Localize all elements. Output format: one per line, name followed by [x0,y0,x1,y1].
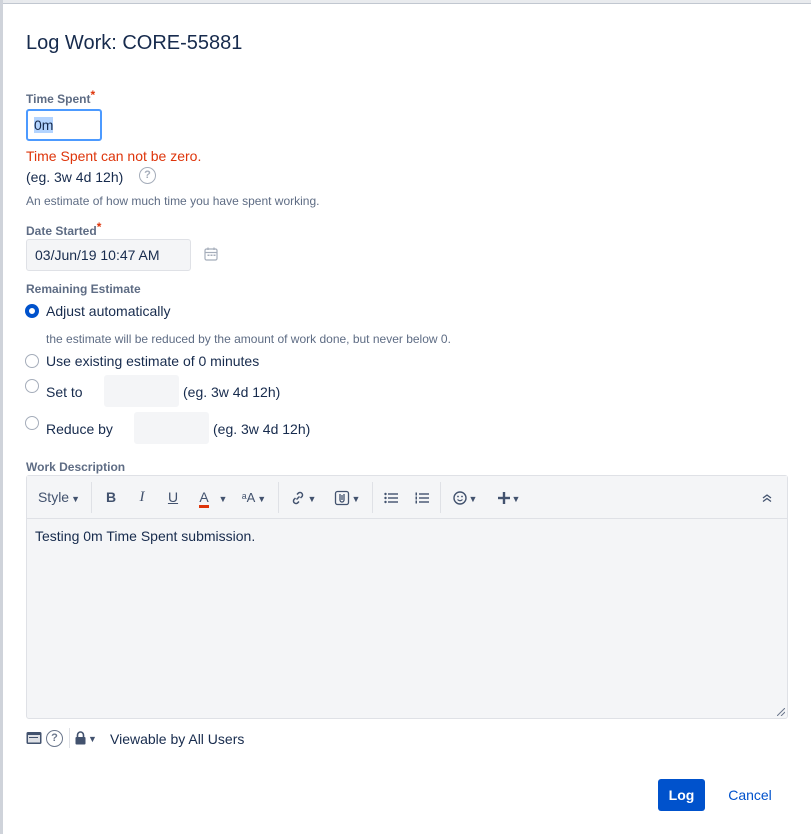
collapse-toolbar-button[interactable] [757,476,777,519]
radio-reduce-by[interactable] [25,416,39,430]
toolbar-divider [278,482,279,513]
underline-button[interactable]: U [163,476,183,519]
bullet-list-button[interactable] [381,476,401,519]
chevron-down-icon[interactable]: ▼ [216,476,228,519]
set-to-input[interactable] [104,375,179,407]
style-dropdown[interactable]: Style ▼ [35,476,83,519]
resize-handle-icon[interactable] [777,708,785,716]
lock-icon [75,731,86,745]
dialog-title: Log Work: CORE-55881 [26,32,243,54]
radio-set-to-label[interactable]: Set to [46,384,83,400]
time-spent-value: 0m [34,117,54,133]
attachment-button[interactable]: ▼ [331,476,363,519]
time-spent-example: (eg. 3w 4d 12h) [26,169,124,185]
plus-icon [497,492,510,505]
radio-adjust-automatically[interactable] [25,304,39,318]
cancel-button[interactable]: Cancel [720,779,780,811]
chevron-down-icon: ▼ [511,494,521,504]
time-spent-input[interactable]: 0m [26,109,102,141]
toolbar-divider [91,482,92,513]
chevron-down-icon: ▼ [257,494,267,504]
date-started-input[interactable]: 03/Jun/19 10:47 AM [26,239,191,271]
radio-set-to[interactable] [25,379,39,393]
visibility-label: Viewable by All Users [110,731,245,747]
chevron-down-icon: ▼ [468,494,478,504]
attachment-icon [334,491,349,506]
adjust-automatically-description: the estimate will be reduced by the amou… [46,332,451,346]
italic-button[interactable]: I [132,476,152,519]
work-description-label: Work Description [26,460,126,474]
date-started-label-text: Date Started [26,224,97,238]
chevron-down-icon: ▼ [351,494,361,504]
numbered-list-button[interactable] [412,476,432,519]
folder-icon[interactable] [26,731,42,745]
work-description-text[interactable]: Testing 0m Time Spent submission. [35,528,255,544]
help-icon[interactable]: ? [139,167,156,184]
help-icon[interactable]: ? [46,730,63,747]
insert-more-button[interactable]: ▼ [493,476,525,519]
smiley-icon [452,491,467,505]
double-chevron-up-icon [762,494,772,503]
chevron-down-icon: ▼ [88,734,97,744]
log-button[interactable]: Log [658,779,705,811]
time-spent-error: Time Spent can not be zero. [26,148,202,164]
time-spent-hint: An estimate of how much time you have sp… [26,194,320,208]
log-work-dialog: Log Work: CORE-55881 Time Spent* 0m Time… [3,3,811,834]
more-formatting-button[interactable]: ᵃA ▼ [238,476,270,519]
time-spent-label-text: Time Spent [26,92,91,106]
toolbar-divider [440,482,441,513]
required-marker: * [96,220,102,234]
visibility-dropdown[interactable]: ▼ [75,731,99,747]
style-dropdown-label: Style [37,489,70,505]
radio-use-existing-estimate-label[interactable]: Use existing estimate of 0 minutes [46,353,259,369]
reduce-by-example: (eg. 3w 4d 12h) [213,421,311,437]
text-color-button[interactable]: A [194,476,214,519]
chevron-down-icon: ▼ [71,494,81,504]
radio-adjust-automatically-label[interactable]: Adjust automatically [46,303,171,319]
set-to-example: (eg. 3w 4d 12h) [183,384,281,400]
emoticon-button[interactable]: ▼ [449,476,481,519]
toolbar-divider [372,482,373,513]
chevron-down-icon: ▼ [307,494,317,504]
text-color-icon: A [199,490,209,508]
bold-button[interactable]: B [101,476,121,519]
reduce-by-input[interactable] [134,412,209,444]
bullet-list-icon [384,493,398,504]
link-icon [292,492,303,505]
required-marker: * [90,88,96,102]
time-spent-label: Time Spent* [26,88,95,106]
radio-reduce-by-label[interactable]: Reduce by [46,421,113,437]
calendar-icon[interactable] [204,247,218,261]
date-started-label: Date Started* [26,220,101,238]
footer-divider [69,728,70,748]
link-button[interactable]: ▼ [287,476,319,519]
more-formatting-icon: ᵃA [241,490,256,505]
editor-toolbar: Style ▼ B I U A ▼ ᵃA ▼ ▼ ▼ ▼ ▼ [27,476,787,519]
work-description-editor[interactable]: Style ▼ B I U A ▼ ᵃA ▼ ▼ ▼ ▼ ▼ Testing 0… [26,475,788,719]
numbered-list-icon [415,492,429,504]
radio-use-existing-estimate[interactable] [25,354,39,368]
remaining-estimate-label: Remaining Estimate [26,282,141,296]
